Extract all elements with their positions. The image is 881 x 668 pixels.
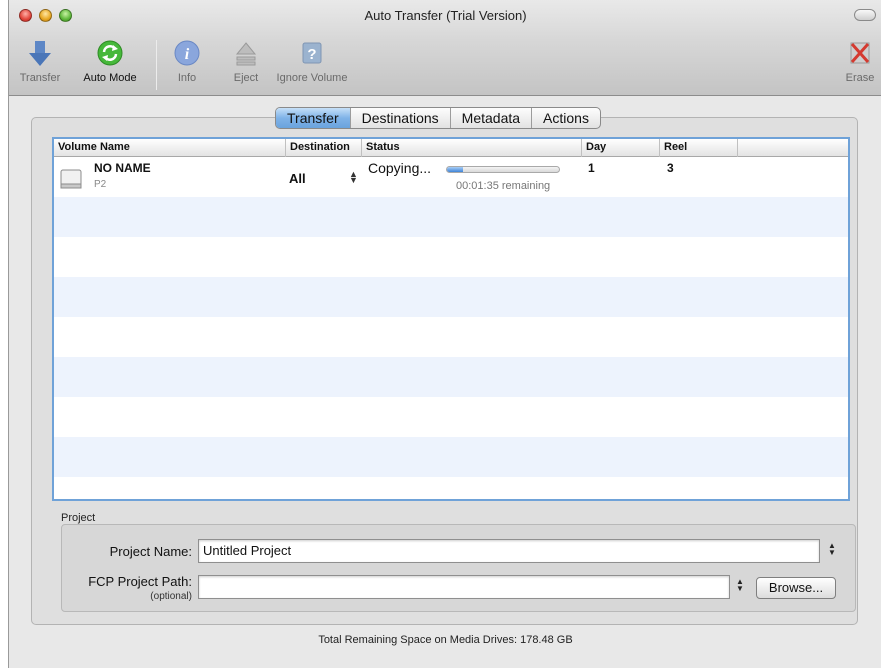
tab-metadata[interactable]: Metadata (451, 108, 533, 128)
column-status[interactable]: Status (362, 139, 582, 157)
transfer-button[interactable]: Transfer (15, 38, 65, 84)
empty-row (54, 237, 848, 277)
remaining-space-status: Total Remaining Space on Media Drives: 1… (318, 634, 573, 646)
project-section-label: Project (61, 512, 96, 524)
volume-name: NO NAME (94, 161, 151, 175)
table-header: Volume Name Destination Status Day Reel (54, 139, 848, 157)
table-row[interactable]: NO NAME P2 All ▲ ▼ Copying... 00:01:35 re… (54, 157, 848, 197)
ignore-volume-button[interactable]: ? Ignore Volume (267, 38, 357, 84)
project-name-stepper-icon[interactable]: ▲ ▼ (826, 542, 838, 562)
destination-select[interactable]: All (289, 171, 306, 186)
destination-stepper-icon[interactable]: ▲ ▼ (349, 170, 358, 185)
down-arrow-icon (29, 41, 51, 66)
svg-text:?: ? (307, 46, 316, 63)
fcp-path-optional-label: (optional) (150, 591, 192, 602)
status-text: Copying... (368, 160, 432, 176)
drive-icon (60, 169, 82, 189)
column-volume-name[interactable]: Volume Name (54, 139, 286, 157)
eject-icon (235, 42, 257, 66)
ignore-volume-label: Ignore Volume (276, 72, 348, 84)
time-remaining: 00:01:35 remaining (456, 180, 551, 192)
project-box: Project Name: Untitled Project ▲ ▼ FCP Pr… (61, 524, 856, 612)
tab-destinations[interactable]: Destinations (351, 108, 451, 128)
empty-row (54, 397, 848, 437)
auto-mode-label: Auto Mode (83, 72, 137, 84)
window-title: Auto Transfer (Trial Version) (364, 8, 527, 23)
empty-row (54, 437, 848, 477)
fcp-path-stepper-icon[interactable]: ▲ ▼ (734, 578, 746, 598)
tab-segmented-control: Transfer Destinations Metadata Actions (275, 107, 601, 129)
empty-row (54, 357, 848, 397)
reel-value[interactable]: 3 (667, 161, 674, 175)
info-icon: i (174, 40, 200, 66)
project-name-field[interactable]: Untitled Project (198, 539, 820, 563)
volume-type: P2 (94, 179, 107, 190)
erase-label: Erase (845, 72, 875, 84)
empty-row (54, 277, 848, 317)
column-destination[interactable]: Destination (286, 139, 362, 157)
column-reel[interactable]: Reel (660, 139, 738, 157)
question-volume-icon: ? (302, 42, 322, 64)
eject-label: Eject (233, 72, 259, 84)
erase-button[interactable]: Erase (842, 38, 878, 84)
fcp-path-label: FCP Project Path: (88, 574, 192, 589)
tab-actions[interactable]: Actions (532, 108, 600, 128)
svg-text:i: i (185, 46, 190, 63)
tab-transfer[interactable]: Transfer (276, 108, 351, 128)
app-window: Auto Transfer (Trial Version) Transfer A… (8, 0, 881, 668)
toolbar-separator (156, 40, 157, 90)
fcp-path-field[interactable] (198, 575, 730, 599)
volume-table[interactable]: Volume Name Destination Status Day Reel … (52, 137, 850, 501)
empty-row (54, 197, 848, 237)
title-toolbar: Auto Transfer (Trial Version) Transfer A… (9, 0, 881, 96)
column-empty (738, 139, 848, 157)
auto-mode-button[interactable]: Auto Mode (75, 38, 145, 84)
copy-progress-bar (446, 166, 560, 173)
day-value[interactable]: 1 (588, 161, 595, 175)
toolbar-toggle-button[interactable] (854, 9, 876, 21)
transfer-label: Transfer (19, 72, 61, 84)
empty-row (54, 317, 848, 357)
column-day[interactable]: Day (582, 139, 660, 157)
browse-button[interactable]: Browse... (756, 577, 836, 599)
info-button[interactable]: i Info (167, 38, 207, 84)
info-label: Info (177, 72, 197, 84)
eject-button[interactable]: Eject (229, 38, 263, 84)
erase-icon (850, 42, 870, 64)
refresh-icon (97, 40, 123, 66)
project-name-label: Project Name: (109, 544, 192, 559)
empty-row (54, 477, 848, 499)
progress-fill (447, 167, 463, 172)
